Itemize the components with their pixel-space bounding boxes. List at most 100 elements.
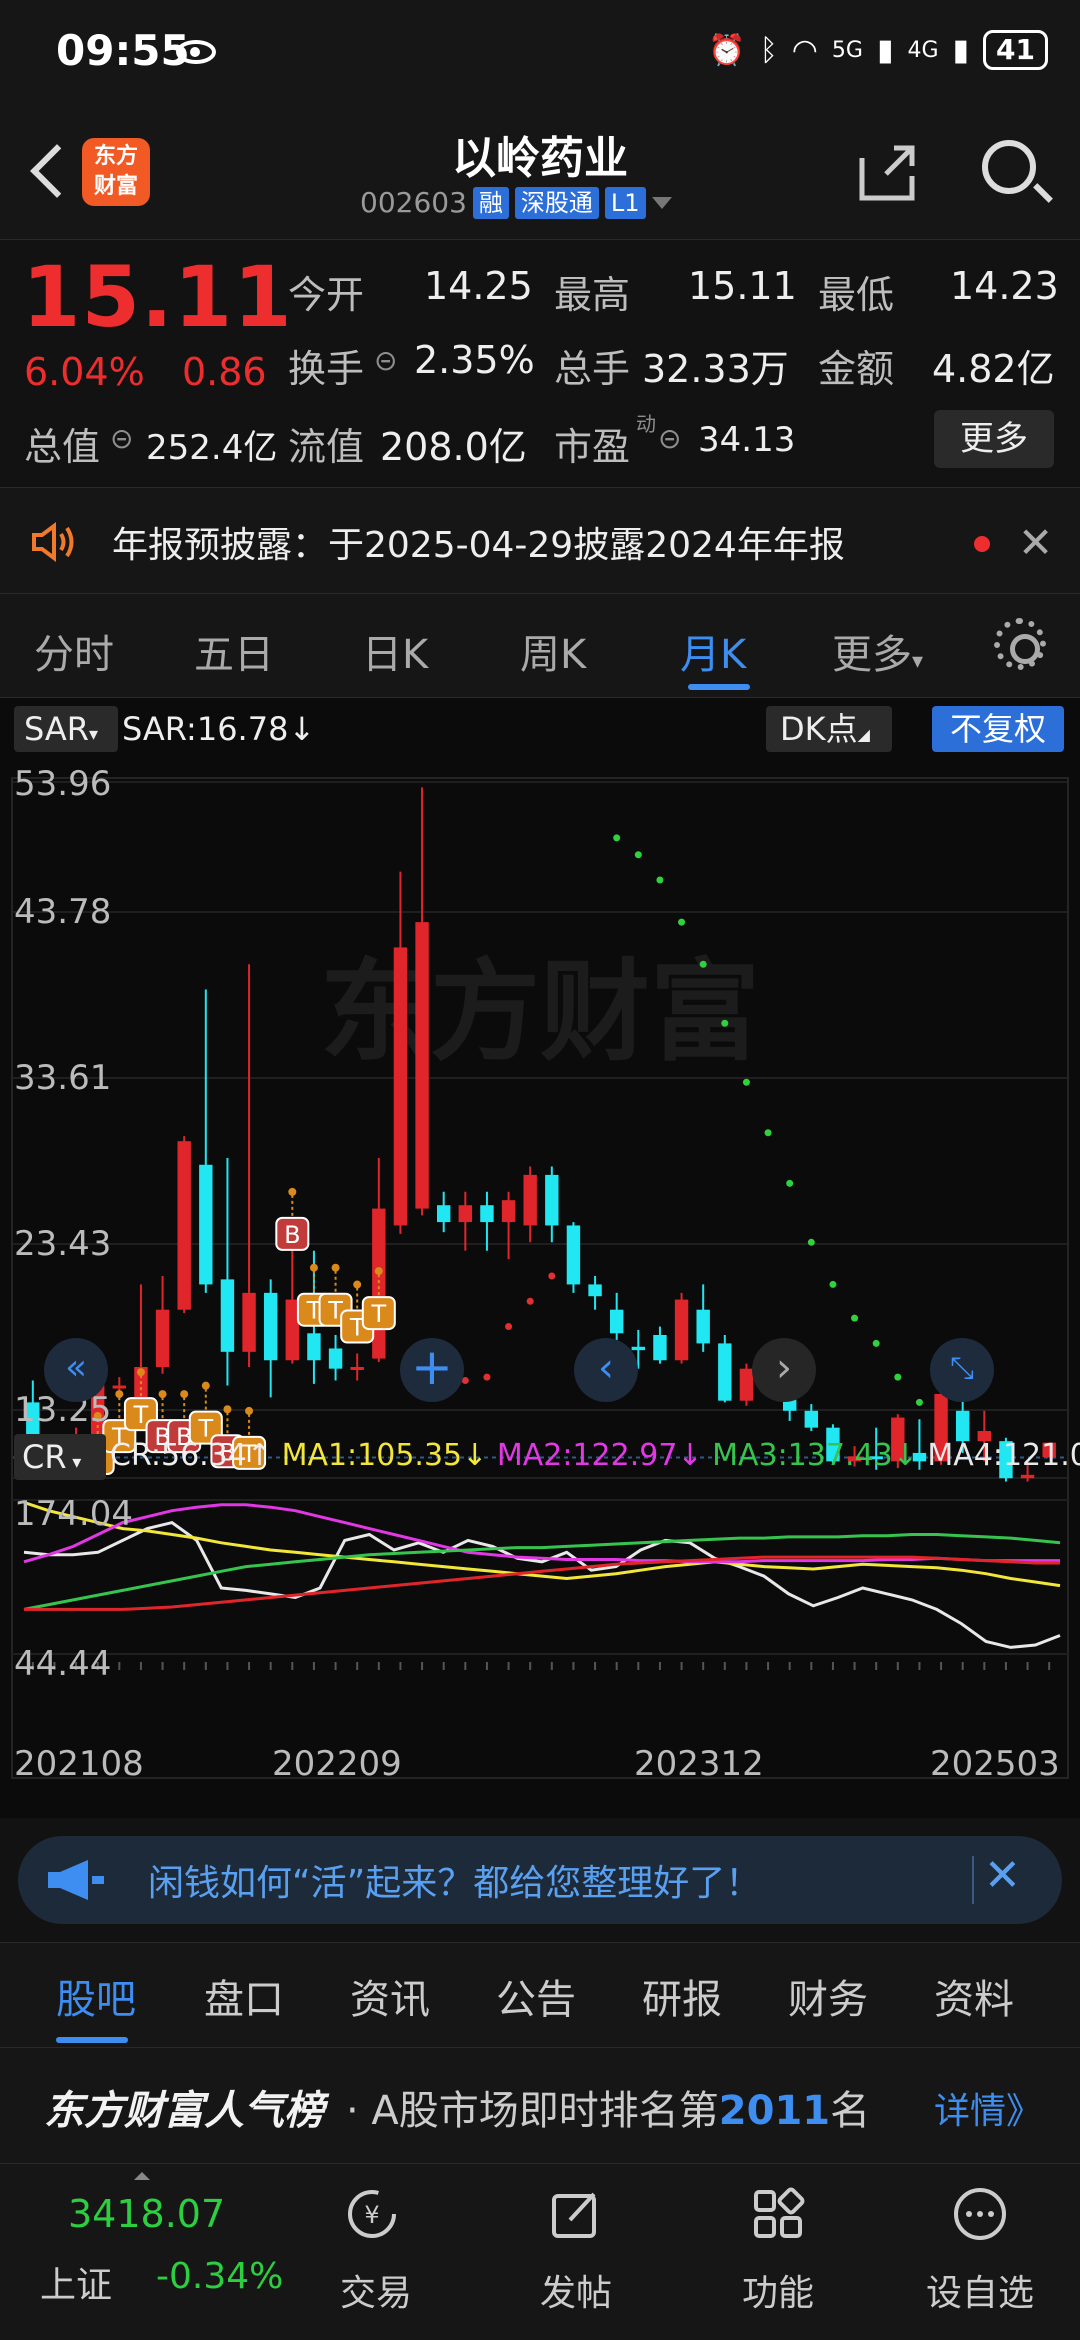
active-tab-underline xyxy=(56,2037,128,2043)
pe-label: 市盈 xyxy=(554,425,631,469)
dk-point-button[interactable]: DK点◢ xyxy=(766,706,892,752)
ad-divider xyxy=(972,1856,974,1904)
nav-watchlist-label[interactable]: 设自选 xyxy=(926,2264,1034,2316)
tab-announcements[interactable]: 公告 xyxy=(496,1967,576,2025)
tab-finance[interactable]: 财务 xyxy=(788,1967,868,2025)
stock-code-row[interactable]: 002603 融 深股通 L1 xyxy=(360,186,672,219)
adjust-button[interactable]: 不复权 xyxy=(932,706,1064,752)
kline-chart-area[interactable]: SAR▾ SAR:16.78↓ DK点◢ 不复权 东方财富 TTTBBTBTBT… xyxy=(0,698,1080,1818)
float-label: 流值 xyxy=(288,425,365,469)
cr-indicator-select[interactable]: CR ▾ xyxy=(14,1434,106,1480)
sar-point xyxy=(764,1129,772,1137)
candle-body xyxy=(350,1366,364,1370)
signal-dot xyxy=(201,1381,210,1390)
tab-intraday[interactable]: 分时 xyxy=(34,622,114,680)
sar-point xyxy=(872,1339,880,1347)
index-name[interactable]: 上证 xyxy=(40,2256,112,2308)
signal-5g-label: 5G xyxy=(831,37,863,63)
marker-label: T xyxy=(370,1300,386,1328)
candle-body xyxy=(242,1292,256,1352)
ma2-value: MA2:122.97 xyxy=(496,1438,678,1473)
tab-more[interactable]: 更多▾ xyxy=(832,622,923,680)
candle-body xyxy=(653,1334,667,1361)
tab-five-day[interactable]: 五日 xyxy=(194,622,274,680)
next-icon[interactable]: › xyxy=(752,1338,816,1402)
info-icon[interactable]: ⊝ xyxy=(110,422,133,455)
search-icon[interactable] xyxy=(982,140,1036,194)
close-icon[interactable]: ✕ xyxy=(984,1850,1021,1901)
indicator-select[interactable]: SAR▾ xyxy=(14,706,118,752)
candle-body xyxy=(609,1309,624,1334)
signal-dot xyxy=(353,1280,362,1289)
tab-pankou[interactable]: 盘口 xyxy=(204,1967,284,2025)
nav-post-label[interactable]: 发帖 xyxy=(540,2264,612,2316)
scroll-left-icon[interactable]: « xyxy=(44,1338,108,1402)
signal-icon: ▮ xyxy=(876,32,894,68)
candle-body xyxy=(696,1309,710,1344)
sar-point xyxy=(613,834,621,842)
chevron-down-icon xyxy=(651,196,672,209)
rank-number: 2011 xyxy=(718,2088,831,2134)
signal-dot xyxy=(136,1368,145,1377)
gear-icon[interactable] xyxy=(994,618,1046,670)
connect-tag: 深股通 xyxy=(514,186,599,219)
watermark: 东方财富 xyxy=(320,948,760,1076)
share-icon[interactable] xyxy=(856,142,918,204)
expand-up-icon[interactable] xyxy=(134,2172,150,2180)
index-change[interactable]: -0.34% xyxy=(156,2256,283,2297)
tab-monthly-k[interactable]: 月K xyxy=(680,622,746,680)
info-icon[interactable]: ⊝ xyxy=(658,422,681,455)
more-button[interactable]: 更多 xyxy=(934,410,1054,468)
cr-value: CR:56.34 xyxy=(110,1438,247,1473)
tab-guba[interactable]: 股吧 xyxy=(56,1967,136,2025)
post-icon[interactable] xyxy=(548,2186,604,2242)
candle-body xyxy=(1020,1474,1035,1479)
tab-research[interactable]: 研报 xyxy=(642,1967,722,2025)
signal-dot xyxy=(223,1405,232,1414)
signal-dot xyxy=(180,1390,189,1399)
signal-dot xyxy=(331,1263,340,1272)
close-icon[interactable]: ✕ xyxy=(1018,518,1053,567)
candle-body xyxy=(393,947,408,1226)
sar-point xyxy=(807,1238,815,1246)
nav-functions-label[interactable]: 功能 xyxy=(742,2264,814,2316)
popularity-rank-bar[interactable]: 东方财富人气榜 · A股市场即时排名第2011名 详情》 xyxy=(0,2048,1080,2164)
candle-body xyxy=(263,1292,278,1361)
open-label: 今开 xyxy=(288,273,365,317)
fullscreen-icon[interactable]: ⤡ xyxy=(930,1338,994,1402)
candle-body xyxy=(220,1279,235,1352)
ad-banner[interactable]: 闲钱如何“活”起来？都给您整理好了！ ✕ xyxy=(18,1836,1062,1924)
quote-panel: 15.11 6.04% 0.86 今开 14.25 最高 15.11 最低 14… xyxy=(0,240,1080,488)
functions-icon[interactable] xyxy=(750,2186,806,2242)
y-tick-3: 33.61 xyxy=(14,1058,112,1098)
signal-dot xyxy=(288,1187,297,1196)
signal-dot xyxy=(309,1263,318,1272)
watchlist-icon[interactable] xyxy=(952,2186,1008,2242)
volume-label: 总手 xyxy=(554,347,631,391)
cr-values-row: CR:56.34↑ MA1:105.35↓ MA2:122.97↓ MA3:13… xyxy=(110,1438,1080,1473)
bottom-nav: 3418.07 上证 -0.34% ¥ 交易 发帖 功能 设自选 xyxy=(0,2164,1080,2340)
rank-text: · A股市场即时排名第2011名 xyxy=(346,2088,871,2134)
index-value[interactable]: 3418.07 xyxy=(68,2192,225,2236)
zoom-in-icon[interactable]: + xyxy=(400,1338,464,1402)
tab-daily-k[interactable]: 日K xyxy=(362,622,428,680)
amount-value: 4.82亿 xyxy=(932,347,1055,391)
wifi-icon: ◠ xyxy=(791,32,818,68)
candle-body xyxy=(155,1309,170,1367)
sar-point xyxy=(829,1280,837,1288)
candle-body xyxy=(480,1205,494,1223)
tab-weekly-k[interactable]: 周K xyxy=(520,622,586,680)
tab-profile[interactable]: 资料 xyxy=(934,1967,1014,2025)
candle-body xyxy=(328,1348,343,1369)
notice-bar[interactable]: 年报预披露：于2025-04-29披露2024年年报 ✕ xyxy=(0,488,1080,594)
cr-line-ma2 xyxy=(23,1503,1060,1564)
info-icon[interactable]: ⊝ xyxy=(374,344,397,377)
candle-body xyxy=(112,1385,127,1389)
nav-trade-label[interactable]: 交易 xyxy=(340,2264,412,2316)
trade-icon[interactable]: ¥ xyxy=(344,2186,400,2242)
tab-news[interactable]: 资讯 xyxy=(350,1967,430,2025)
previous-icon[interactable]: ‹ xyxy=(574,1338,638,1402)
candle-body xyxy=(718,1343,732,1401)
detail-link[interactable]: 详情》 xyxy=(934,2082,1042,2134)
battery-icon: 41 xyxy=(983,30,1048,70)
